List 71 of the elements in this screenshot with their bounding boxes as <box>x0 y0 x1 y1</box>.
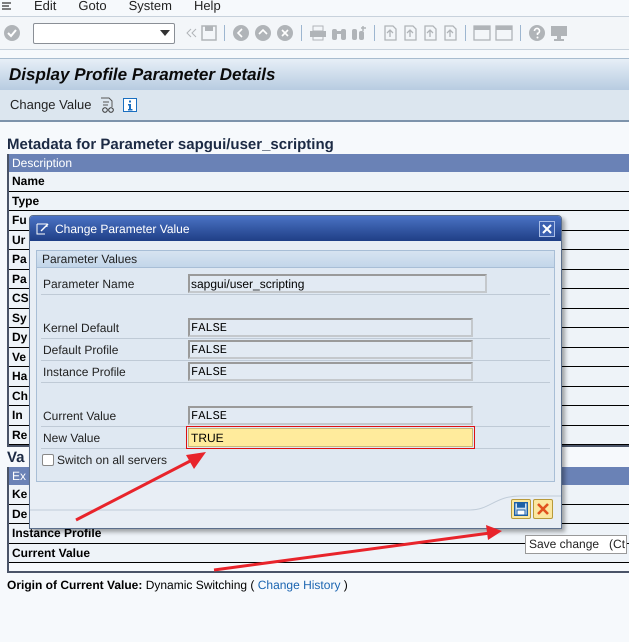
tooltip: Save change (Ct <box>525 535 628 554</box>
checkbox-label: Switch on all servers <box>57 452 168 469</box>
edit-icon[interactable] <box>36 222 50 234</box>
field-label: Instance Profile <box>42 364 127 380</box>
cancel-button[interactable] <box>533 499 553 519</box>
display-field: FALSE <box>188 340 473 359</box>
up-icon[interactable] <box>254 24 272 42</box>
row-label: Ch <box>12 388 28 405</box>
group-title: Parameter Values <box>42 251 138 268</box>
row-label: Re <box>12 426 28 444</box>
display-field: FALSE <box>188 318 473 337</box>
binoculars-plus-icon[interactable] <box>351 25 367 41</box>
menu-item[interactable]: Edit <box>34 0 56 12</box>
row-label: Fu <box>12 212 27 230</box>
checkbox[interactable] <box>42 454 54 466</box>
section-heading: Va <box>7 449 25 467</box>
display-field: FALSE <box>188 406 473 425</box>
column-header: Description <box>12 155 72 172</box>
menu-item[interactable]: Goto <box>78 0 107 12</box>
row-label: Sy <box>12 310 27 327</box>
origin-text: Origin of Current Value: Dynamic Switching ( Change History ) <box>7 577 349 594</box>
last-page-icon[interactable] <box>442 25 458 41</box>
change-history-link[interactable]: Change History <box>258 578 340 592</box>
cancel-icon[interactable] <box>537 503 549 515</box>
field-label: Current Value <box>42 408 118 424</box>
section-heading: Metadata for Parameter sapgui/user_scripting <box>7 136 335 154</box>
row-label: Current Value <box>12 544 90 562</box>
row-label: Pa <box>12 270 27 288</box>
menu-icon[interactable] <box>2 1 12 11</box>
column-header: Ex <box>12 468 26 485</box>
row-label: De <box>12 506 28 523</box>
previous-page-icon[interactable] <box>402 25 418 41</box>
row-label: In <box>12 407 23 424</box>
dropdown-icon[interactable] <box>160 30 170 36</box>
check-icon[interactable] <box>3 24 21 42</box>
display-field: sapgui/user_scripting <box>188 274 487 293</box>
change-value-button[interactable]: Change Value <box>10 95 92 115</box>
row-label: CS <box>12 290 29 308</box>
command-field[interactable] <box>33 22 175 44</box>
page-title: Display Profile Parameter Details <box>9 64 276 86</box>
close-icon[interactable] <box>542 224 552 234</box>
display-field: FALSE <box>188 362 473 381</box>
document-glasses-icon[interactable] <box>99 97 116 113</box>
row-label: Dy <box>12 329 28 346</box>
field-label: Kernel Default <box>42 320 120 336</box>
help-icon[interactable] <box>528 24 546 42</box>
dialog-title: Change Parameter Value <box>55 220 191 238</box>
row-label: Ve <box>12 348 26 366</box>
first-page-icon[interactable] <box>382 25 398 41</box>
row-label: Instance Profile <box>12 525 102 542</box>
input-field[interactable]: TRUE <box>188 428 473 447</box>
back-arrows-icon[interactable] <box>185 28 197 38</box>
menu-item[interactable]: Help <box>194 0 221 12</box>
row-label: Name <box>12 173 45 190</box>
info-icon[interactable] <box>123 98 138 112</box>
row-label: Ha <box>12 368 28 386</box>
row-label: Ke <box>12 486 28 504</box>
field-label: Default Profile <box>42 342 120 358</box>
printer-icon[interactable] <box>309 25 327 41</box>
cancel-icon[interactable] <box>276 24 294 42</box>
close-button[interactable] <box>539 220 555 236</box>
row-label: Pa <box>12 251 27 268</box>
row-label: Type <box>12 192 40 210</box>
field-label: New Value <box>42 430 102 446</box>
row-label: Ur <box>12 232 26 249</box>
monitor-icon[interactable] <box>550 24 568 42</box>
back-icon[interactable] <box>232 24 250 42</box>
field-label: Parameter Name <box>42 276 136 292</box>
next-page-icon[interactable] <box>422 25 438 41</box>
window-icon[interactable] <box>473 25 491 41</box>
menu-item[interactable]: System <box>128 0 172 12</box>
